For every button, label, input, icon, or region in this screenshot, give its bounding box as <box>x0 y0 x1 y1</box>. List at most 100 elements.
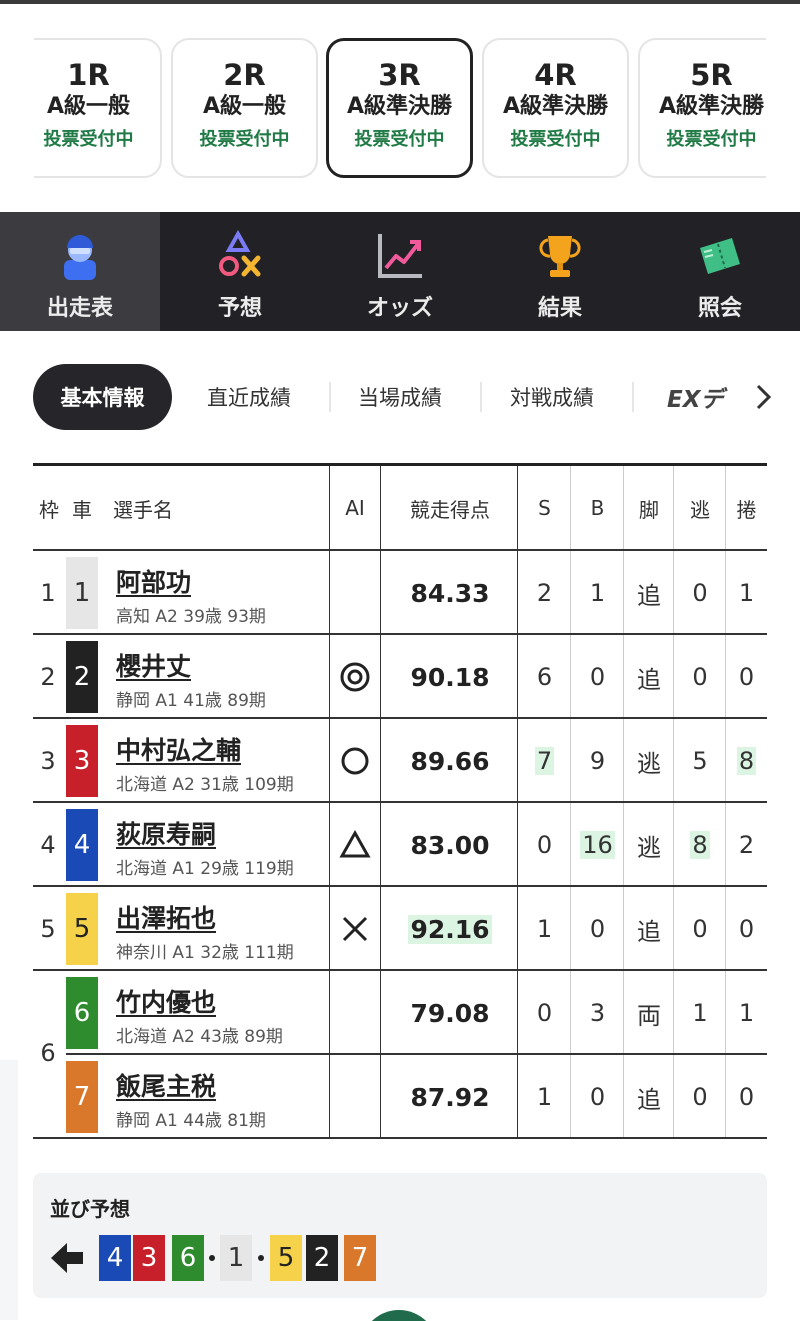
s-count: 2 <box>536 579 553 607</box>
makuri-count: 2 <box>738 831 755 859</box>
main-nav: 出走表 予想 オッズ 結果 照会 <box>0 212 800 331</box>
line-car-number: 6 <box>172 1235 204 1281</box>
race-card-2r[interactable]: 2R A級一般 投票受付中 <box>171 38 318 178</box>
makuri-count: 1 <box>738 999 755 1027</box>
makuri-count: 8 <box>736 747 757 775</box>
race-number: 1R <box>67 58 110 92</box>
nige-count: 8 <box>690 831 710 859</box>
race-number: 3R <box>378 58 421 92</box>
player-name-link[interactable]: 阿部功 <box>116 563 191 599</box>
race-card-3r[interactable]: 3R A級準決勝 投票受付中 <box>326 38 473 178</box>
race-status: 投票受付中 <box>666 129 757 150</box>
player-name-link[interactable]: 櫻井丈 <box>116 647 191 683</box>
tab-divider <box>480 382 482 412</box>
waku-number: 2 <box>40 663 56 691</box>
race-score: 87.92 <box>410 1082 490 1112</box>
nav-label: 結果 <box>537 296 582 321</box>
leg-type: 追 <box>637 665 661 694</box>
player-name-link[interactable]: 竹内優也 <box>116 983 216 1019</box>
race-status: 投票受付中 <box>43 129 134 150</box>
nav-label: 照会 <box>697 296 742 321</box>
odds-chart-icon <box>378 234 422 278</box>
table-row[interactable]: 1 1 阿部功 高知 A2 39歳 93期 84.33 2 1 追 0 1 <box>33 551 767 635</box>
leg-type: 逃 <box>637 749 661 778</box>
player-name-link[interactable]: 出澤拓也 <box>116 899 216 935</box>
tab-recent-results[interactable]: 直近成績 <box>207 364 291 430</box>
ticket-icon <box>700 238 740 274</box>
race-class: A級一般 <box>46 94 131 119</box>
prediction-shapes-icon <box>219 230 261 277</box>
race-score: 90.18 <box>410 662 490 692</box>
table-row[interactable]: 3 3 中村弘之輔 北海道 A2 31歳 109期 89.66 7 9 逃 5 … <box>33 719 767 803</box>
tab-basic-info[interactable]: 基本情報 <box>33 364 172 430</box>
table-row[interactable]: 4 4 荻原寿嗣 北海道 A1 29歳 119期 83.00 0 16 逃 8 … <box>33 803 767 887</box>
s-count: 6 <box>536 663 553 691</box>
tab-venue-results[interactable]: 当場成績 <box>358 364 442 430</box>
floating-action-button[interactable] <box>360 1310 438 1321</box>
ai-mark-cross <box>330 887 380 971</box>
leg-type: 追 <box>637 917 661 946</box>
table-row[interactable]: 2 2 櫻井丈 静岡 A1 41歳 89期 90.18 6 0 追 0 0 <box>33 635 767 719</box>
nige-count: 0 <box>692 1083 708 1111</box>
nav-item-entry[interactable]: 出走表 <box>0 212 160 331</box>
race-card-4r[interactable]: 4R A級準決勝 投票受付中 <box>482 38 629 178</box>
arrow-left-icon <box>51 1243 83 1273</box>
car-number: 1 <box>66 557 98 629</box>
car-number: 2 <box>66 641 98 713</box>
line-prediction-title: 並び予想 <box>50 1197 130 1221</box>
table-header: 枠 車 選手名 AI 競走得点 S B 脚 逃 捲 <box>33 466 767 550</box>
header-score: 競走得点 <box>410 497 490 522</box>
race-score: 84.33 <box>410 578 490 608</box>
header-b: B <box>590 496 605 520</box>
race-score: 83.00 <box>410 830 490 860</box>
car-number: 7 <box>66 1061 98 1133</box>
player-name-link[interactable]: 中村弘之輔 <box>116 731 241 767</box>
table-row[interactable]: 5 5 出澤拓也 神奈川 A1 32歳 111期 92.16 1 0 追 0 0 <box>33 887 767 971</box>
nav-item-prediction[interactable]: 予想 <box>160 212 320 331</box>
chevron-right-icon[interactable] <box>748 382 778 412</box>
s-count: 0 <box>536 999 553 1027</box>
circle-icon <box>341 747 369 775</box>
makuri-count: 1 <box>738 579 755 607</box>
nav-item-inquiry[interactable]: 照会 <box>640 212 800 331</box>
race-selector[interactable]: 1R A級一般 投票受付中 2R A級一般 投票受付中 3R A級準決勝 投票受… <box>0 38 800 178</box>
race-status: 投票受付中 <box>510 129 601 150</box>
car-number: 6 <box>66 977 98 1049</box>
b-count: 1 <box>589 579 606 607</box>
race-card-5r[interactable]: 5R A級準決勝 投票受付中 <box>638 38 785 178</box>
race-score: 89.66 <box>410 746 490 776</box>
race-class: A級準決勝 <box>658 94 765 119</box>
line-separator-dot <box>258 1255 264 1261</box>
player-info: 北海道 A2 43歳 89期 <box>116 1027 283 1047</box>
nav-item-odds[interactable]: オッズ <box>320 212 480 331</box>
header-car: 車 <box>72 497 92 522</box>
ai-mark-double-circle <box>330 635 380 719</box>
player-name-link[interactable]: 荻原寿嗣 <box>116 815 216 851</box>
header-makuri: 捲 <box>736 497 757 522</box>
ai-mark-circle <box>330 719 380 803</box>
race-class: A級準決勝 <box>502 94 609 119</box>
b-count: 0 <box>589 915 606 943</box>
nav-item-result[interactable]: 結果 <box>480 212 640 331</box>
sub-tabs: 基本情報 直近成績 当場成績 対戦成績 EXデ <box>33 364 773 430</box>
race-card-1r[interactable]: 1R A級一般 投票受付中 <box>15 38 162 178</box>
header-waku: 枠 <box>39 497 59 522</box>
leg-type: 追 <box>637 581 661 610</box>
table-row[interactable]: 6 竹内優也 北海道 A2 43歳 89期 79.08 0 3 両 1 1 <box>33 971 767 1055</box>
tab-ex-data[interactable]: EXデ <box>667 364 723 430</box>
player-info: 高知 A2 39歳 93期 <box>116 607 266 627</box>
line-car-number: 4 <box>99 1235 131 1281</box>
nav-label: 予想 <box>217 296 262 321</box>
top-border <box>0 0 800 4</box>
tab-head-to-head[interactable]: 対戦成績 <box>510 364 594 430</box>
header-name: 選手名 <box>113 497 173 522</box>
line-car-number: 2 <box>306 1235 338 1281</box>
table-row[interactable]: 7 飯尾主税 静岡 A1 44歳 81期 87.92 1 0 追 0 0 <box>33 1055 767 1139</box>
nige-count: 0 <box>692 663 708 691</box>
makuri-count: 0 <box>738 663 755 691</box>
race-score: 79.08 <box>410 998 490 1028</box>
waku-number: 3 <box>40 747 56 775</box>
waku-number: 5 <box>40 915 56 943</box>
s-count: 1 <box>536 1083 553 1111</box>
player-name-link[interactable]: 飯尾主税 <box>116 1067 216 1103</box>
